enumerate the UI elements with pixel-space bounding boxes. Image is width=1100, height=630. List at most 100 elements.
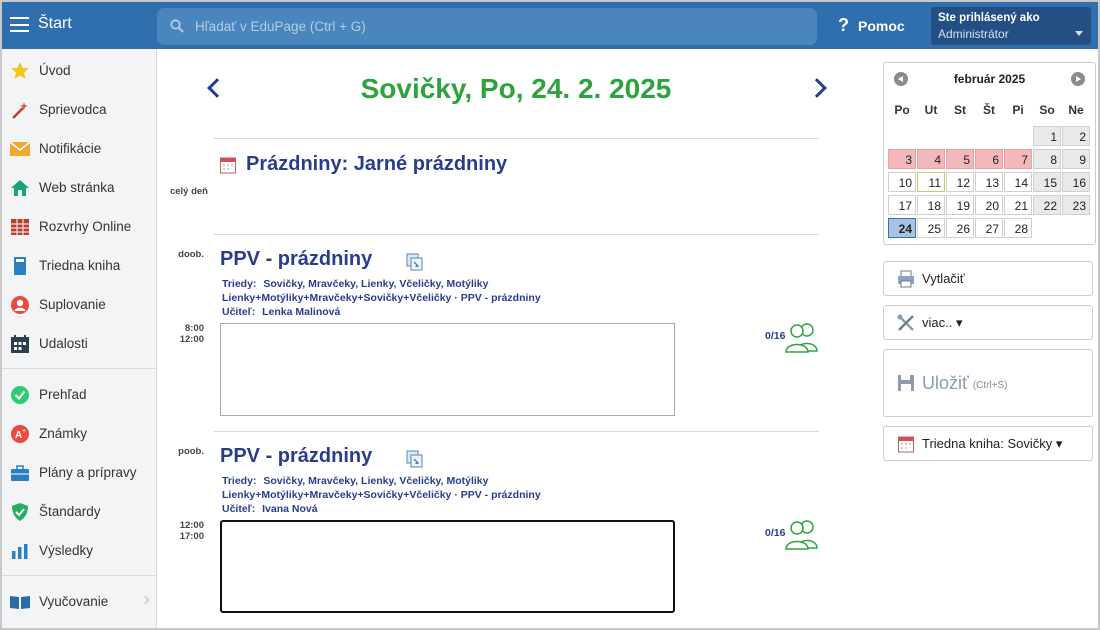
- book-icon: [9, 255, 31, 277]
- lesson-title[interactable]: PPV - prázdniny: [220, 248, 372, 271]
- envelope-icon: [9, 138, 31, 160]
- lesson-title[interactable]: PPV - prázdniny: [220, 445, 372, 468]
- students-icon[interactable]: [784, 321, 820, 353]
- main-content: Sovičky, Po, 24. 2. 2025 celý deň Prázdn…: [158, 49, 878, 628]
- holiday-title: Prázdniny: Jarné prázdniny: [246, 153, 508, 175]
- calendar-day[interactable]: 8: [1033, 149, 1061, 169]
- calendar-day[interactable]: 5: [946, 149, 974, 169]
- copy-icon[interactable]: [406, 450, 424, 468]
- lesson-classes: Triedy: Sovičky, Mravčeky, Lienky, Včeli…: [222, 277, 488, 291]
- calendar-day[interactable]: 24: [888, 218, 916, 238]
- sidebar-item-label: Známky: [39, 426, 88, 441]
- students-icon[interactable]: [784, 518, 820, 550]
- menu-icon[interactable]: [10, 17, 29, 32]
- sidebar-item-vyucovanie[interactable]: Vyučovanie: [2, 582, 156, 621]
- teacher-label: Učiteľ:: [222, 306, 256, 318]
- lesson-note-input[interactable]: [220, 520, 675, 613]
- calendar-day[interactable]: 9: [1062, 149, 1090, 169]
- floppy-disk-icon: [898, 375, 914, 391]
- print-button[interactable]: Vytlačiť: [883, 261, 1093, 296]
- sidebar-item-znamky[interactable]: A + Známky: [2, 414, 156, 453]
- sidebar-item-label: Plány a prípravy: [39, 465, 137, 480]
- calendar-day[interactable]: 25: [917, 218, 945, 238]
- sidebar-item-prehlad[interactable]: Prehľad: [2, 375, 156, 414]
- previous-day-button[interactable]: [207, 78, 227, 98]
- sidebar-item-label: Web stránka: [39, 180, 115, 195]
- start-link[interactable]: Štart: [38, 15, 72, 33]
- briefcase-icon: [9, 462, 31, 484]
- calendar-day[interactable]: 16: [1062, 172, 1090, 192]
- substitute-person-icon: [9, 294, 31, 316]
- copy-icon[interactable]: [406, 253, 424, 271]
- calendar-day[interactable]: 21: [1004, 195, 1032, 215]
- more-button[interactable]: viac.. ▾: [883, 305, 1093, 340]
- sidebar-item-web-stranka[interactable]: Web stránka: [2, 168, 156, 207]
- sidebar-item-udalosti[interactable]: Udalosti: [2, 324, 156, 363]
- printer-icon: [898, 270, 914, 287]
- help-button[interactable]: ? Pomoc: [838, 15, 905, 36]
- classes-value: Sovičky, Mravčeky, Lienky, Včeličky, Mot…: [263, 278, 489, 290]
- lesson-note-input[interactable]: [220, 323, 675, 416]
- lesson-group: Lienky+Motýliky+Mravčeky+Sovičky+Včeličk…: [222, 489, 541, 501]
- calendar-day[interactable]: 14: [1004, 172, 1032, 192]
- sidebar-item-label: Notifikácie: [39, 141, 102, 156]
- calendar-day[interactable]: 15: [1033, 172, 1061, 192]
- next-month-button[interactable]: [1071, 72, 1085, 86]
- calendar-day[interactable]: 13: [975, 172, 1003, 192]
- question-icon: ?: [838, 15, 849, 35]
- calendar-day[interactable]: 3: [888, 149, 916, 169]
- sidebar-item-label: Triedna kniha: [39, 258, 121, 273]
- page-title: Sovičky, Po, 24. 2. 2025: [360, 73, 672, 104]
- weekday-header: St: [954, 103, 966, 117]
- calendar-icon: [9, 333, 31, 355]
- sidebar: Úvod Sprievodca Notifikácie Web stránka …: [2, 49, 157, 628]
- sidebar-item-suplovanie[interactable]: Suplovanie: [2, 285, 156, 324]
- calendar-day[interactable]: 26: [946, 218, 974, 238]
- sidebar-item-rozvrhy[interactable]: Rozvrhy Online: [2, 207, 156, 246]
- calendar-day[interactable]: 12: [946, 172, 974, 192]
- search-input[interactable]: [195, 8, 795, 45]
- lesson-time-to: 12:00: [179, 334, 204, 345]
- lesson-teacher: Učiteľ: Lenka Malinová: [222, 305, 340, 319]
- calendar-day[interactable]: 17: [888, 195, 916, 215]
- sidebar-item-label: Štandardy: [39, 504, 101, 519]
- sidebar-item-label: Výsledky: [39, 543, 94, 558]
- sidebar-item-notifikacie[interactable]: Notifikácie: [2, 129, 156, 168]
- user-menu[interactable]: Ste prihlásený ako Administrátor: [931, 7, 1091, 45]
- calendar-day[interactable]: 6: [975, 149, 1003, 169]
- calendar-day[interactable]: 1: [1033, 126, 1061, 146]
- calendar-day[interactable]: 28: [1004, 218, 1032, 238]
- sidebar-item-standardy[interactable]: Štandardy: [2, 492, 156, 531]
- grade-icon: A +: [9, 423, 31, 445]
- sidebar-item-sprievodca[interactable]: Sprievodca: [2, 90, 156, 129]
- open-book-icon: [9, 591, 31, 613]
- sidebar-item-vysledky[interactable]: Výsledky: [2, 531, 156, 570]
- lesson-classes: Triedy: Sovičky, Mravčeky, Lienky, Včeli…: [222, 474, 488, 488]
- calendar-day[interactable]: 7: [1004, 149, 1032, 169]
- calendar-day[interactable]: 19: [946, 195, 974, 215]
- calendar-day[interactable]: 18: [917, 195, 945, 215]
- classbook-label: Triedna kniha: Sovičky ▾: [922, 435, 1063, 451]
- calendar-day[interactable]: 27: [975, 218, 1003, 238]
- sidebar-divider: [2, 575, 156, 576]
- calendar-day[interactable]: 10: [888, 172, 916, 192]
- chevron-right-icon: [140, 595, 150, 605]
- print-label: Vytlačiť: [922, 271, 965, 286]
- calendar-day[interactable]: 23: [1062, 195, 1090, 215]
- calendar-day[interactable]: 2: [1062, 126, 1090, 146]
- sidebar-item-plany[interactable]: Plány a prípravy: [2, 453, 156, 492]
- sidebar-item-label: Sprievodca: [39, 102, 107, 117]
- sidebar-item-triedna-kniha[interactable]: Triedna kniha: [2, 246, 156, 285]
- classbook-button[interactable]: Triedna kniha: Sovičky ▾: [883, 426, 1093, 461]
- next-day-button[interactable]: [807, 78, 827, 98]
- calendar-day[interactable]: 4: [917, 149, 945, 169]
- weekday-header: Po: [894, 103, 910, 117]
- calendar-day[interactable]: 20: [975, 195, 1003, 215]
- house-icon: [9, 177, 31, 199]
- calendar-day[interactable]: 22: [1033, 195, 1061, 215]
- sidebar-item-uvod[interactable]: Úvod: [2, 51, 156, 90]
- save-button[interactable]: Uložiť (Ctrl+S): [883, 349, 1093, 417]
- calendar-day[interactable]: 11: [917, 172, 945, 192]
- holiday-event[interactable]: Prázdniny: Jarné prázdniny: [220, 153, 507, 176]
- weekday-header: Št: [983, 103, 995, 117]
